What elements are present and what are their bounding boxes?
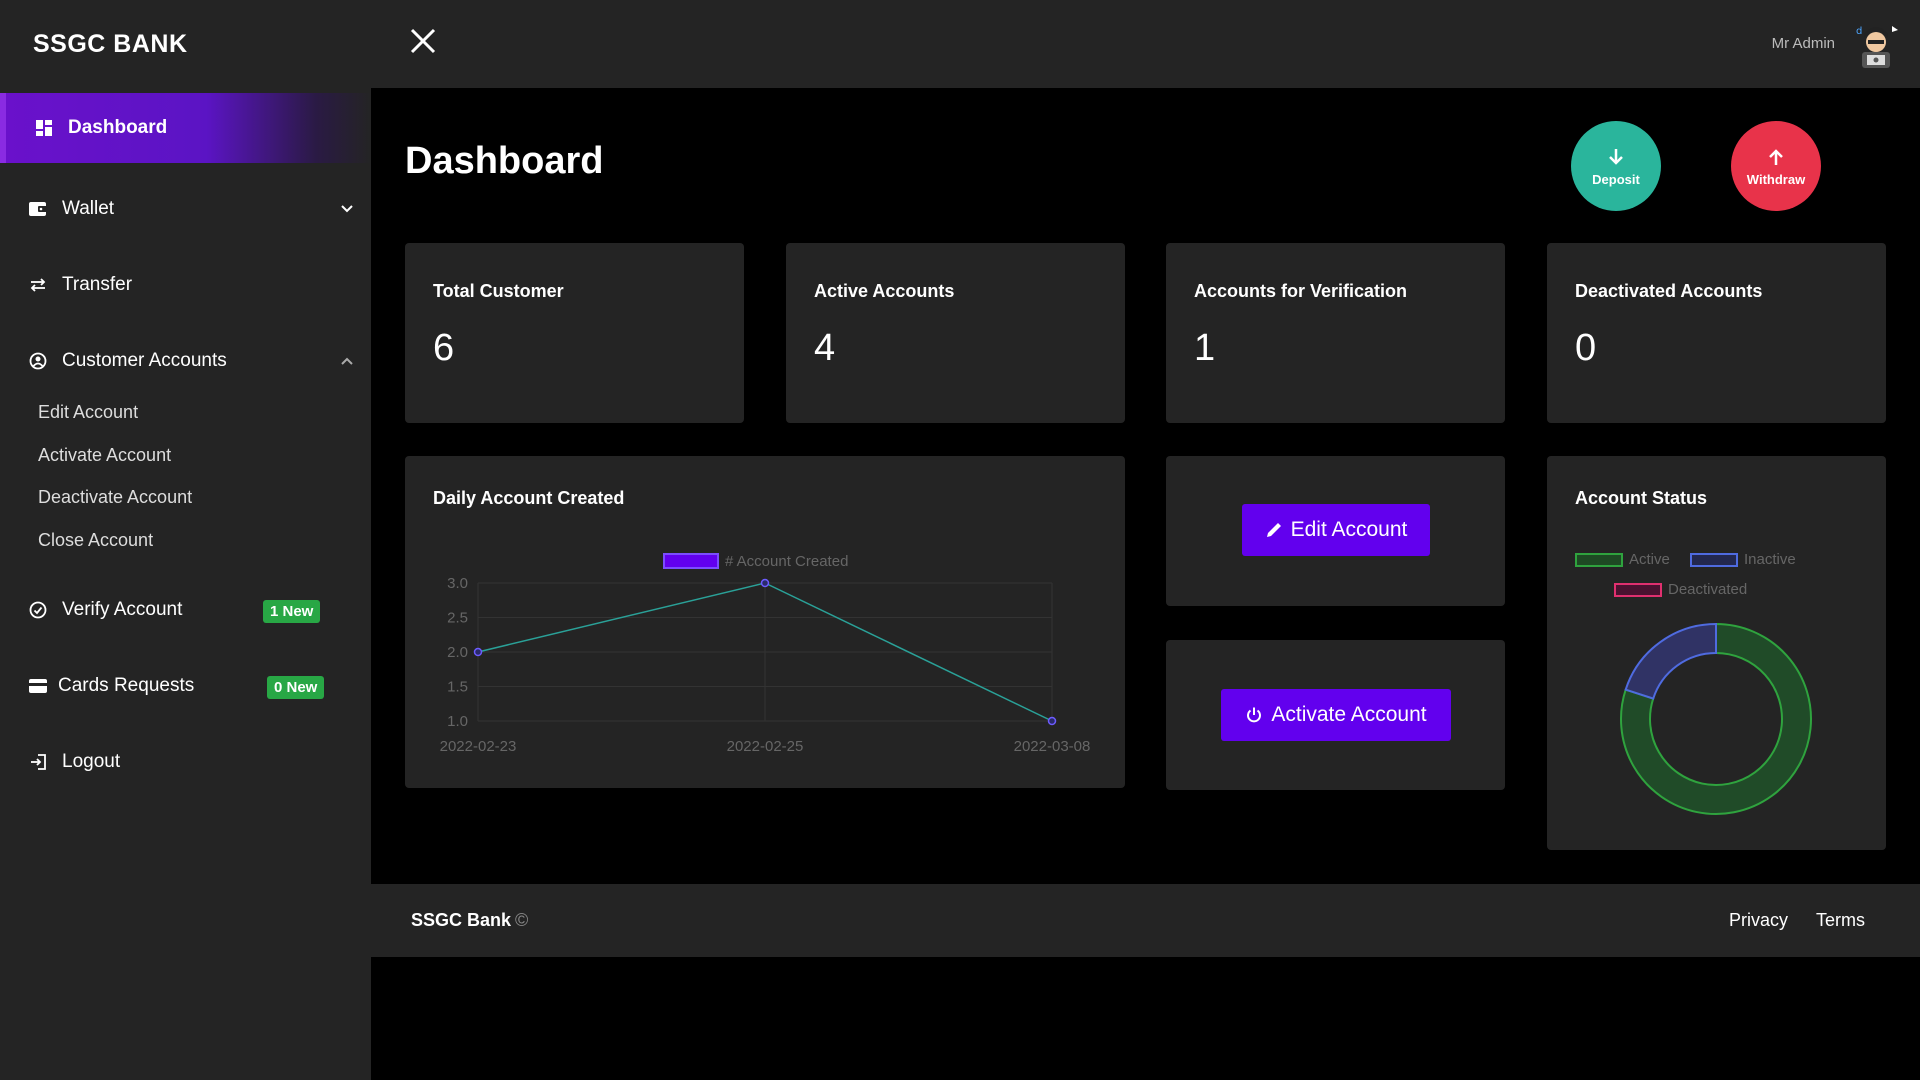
verify-new-badge: 1 New [263,600,321,623]
line-chart: # Account Created 1.0 1.5 2.0 2.5 3.0 2022-02-… [440,553,1091,755]
deposit-label: Deposit [1592,171,1640,187]
y-tick-label: 2.5 [447,610,468,627]
user-circle-icon [28,351,48,371]
arrow-down-icon [1609,148,1623,165]
stat-value: 6 [433,327,455,369]
chevron-down-icon[interactable] [337,199,357,219]
daily-account-chart-card: Daily Account Created # Account Created 1… [405,456,1125,788]
admin-name: Mr Admin [1771,35,1835,52]
page-title: Dashboard [405,140,604,182]
sidebar-item-transfer[interactable]: Transfer [0,250,371,320]
footer-brand-name: SSGC Bank [411,910,512,930]
sidebar-item-label: Logout [62,751,121,772]
data-point [1047,716,1057,726]
sidebar-item-label: Transfer [62,274,133,295]
account-status-card: Account Status Active Inactive Deactivat… [1547,456,1886,850]
edit-account-label: Edit Account [1290,518,1408,541]
activate-account-button[interactable]: Activate Account [1221,689,1451,741]
slice-active [1620,622,1812,815]
y-tick-label: 2.0 [447,644,468,661]
legend-item-inactive: Inactive [1690,551,1796,569]
svg-text:d: d [1856,26,1862,37]
sidebar-item-customer-accounts[interactable]: Customer Accounts [0,326,371,396]
stat-value: 4 [814,327,836,369]
activate-account-card: Activate Account [1166,640,1505,790]
withdraw-button[interactable]: Withdraw [1731,121,1821,211]
footer-brand: SSGC Bank © [411,910,528,931]
check-circle-icon [28,600,48,620]
sidebar-subitem-deactivate-account[interactable]: Deactivate Account [38,487,192,508]
x-tick-label: 2022-03-08 [1014,738,1091,755]
legend-swatch [1575,552,1623,567]
close-icon[interactable] [408,26,438,56]
sidebar-item-wallet[interactable]: Wallet [0,174,371,244]
sidebar-item-label: Cards Requests [58,675,195,696]
legend-item-deactivated: Deactivated [1614,581,1747,599]
credit-card-icon [28,676,48,696]
footer: SSGC Bank © Privacy Terms [371,884,1920,957]
sidebar-item-label: Wallet [62,198,115,219]
y-tick-label: 3.0 [447,575,468,592]
dashboard-icon [34,118,54,138]
legend-label: Inactive [1744,551,1796,569]
sidebar-item-logout[interactable]: Logout [0,727,371,797]
chart-title: Account Status [1575,488,1708,508]
stat-label: Active Accounts [814,281,955,301]
legend-label: Active [1629,551,1670,569]
sidebar-subitem-close-account[interactable]: Close Account [38,530,153,551]
pencil-icon [1266,523,1281,537]
activate-account-label: Activate Account [1271,703,1427,726]
edit-account-card: Edit Account [1166,456,1505,606]
privacy-link[interactable]: Privacy [1729,910,1788,931]
y-tick-label: 1.0 [447,713,468,730]
sidebar-item-label: Dashboard [68,117,168,138]
sidebar-subitem-edit-account[interactable]: Edit Account [38,402,138,423]
brand-logo: SSGC BANK [33,30,188,58]
logout-icon [28,752,48,772]
cards-new-badge: 0 New [267,676,325,699]
slice-inactive [1624,622,1717,700]
x-tick-label: 2022-02-25 [727,738,804,755]
stat-card-accounts-verification: Accounts for Verification 1 [1166,243,1505,423]
x-tick-label: 2022-02-23 [440,738,517,755]
arrow-up-icon [1769,148,1783,165]
stat-card-total-customer: Total Customer 6 [405,243,744,423]
avatar-icon[interactable]: d [1848,18,1904,74]
sidebar-item-dashboard[interactable]: Dashboard [0,93,371,163]
copyright-symbol: © [515,910,529,930]
stat-label: Deactivated Accounts [1575,281,1763,301]
stat-card-deactivated-accounts: Deactivated Accounts 0 [1547,243,1886,423]
sidebar-subitem-activate-account[interactable]: Activate Account [38,445,171,466]
sidebar-item-label: Customer Accounts [62,350,227,371]
stat-value: 0 [1575,327,1597,369]
sidebar-item-label: Verify Account [62,599,183,620]
doughnut-chart [1620,622,1812,815]
power-icon [1247,707,1262,723]
sidebar: SSGC BANK Dashboard Wallet Transfer Cust… [0,0,371,1080]
edit-account-button[interactable]: Edit Account [1242,504,1430,556]
stat-label: Accounts for Verification [1194,281,1408,301]
legend-label: Deactivated [1668,581,1748,599]
legend-swatch [663,553,719,569]
topbar: Mr Admin d [371,0,1920,88]
stat-card-active-accounts: Active Accounts 4 [786,243,1125,423]
wallet-icon [28,199,48,219]
legend-swatch [1690,552,1738,567]
stat-value: 1 [1194,327,1216,369]
withdraw-label: Withdraw [1746,171,1806,187]
deposit-button[interactable]: Deposit [1571,121,1661,211]
legend-swatch [1614,582,1662,597]
y-tick-label: 1.5 [447,679,468,696]
transfer-icon [28,275,48,295]
stat-label: Total Customer [433,281,564,301]
data-point [473,647,483,657]
chevron-up-icon[interactable] [337,351,357,371]
terms-link[interactable]: Terms [1816,910,1865,931]
legend-label: # Account Created [725,553,848,570]
legend-item-active: Active [1575,551,1670,569]
data-point [760,578,770,588]
